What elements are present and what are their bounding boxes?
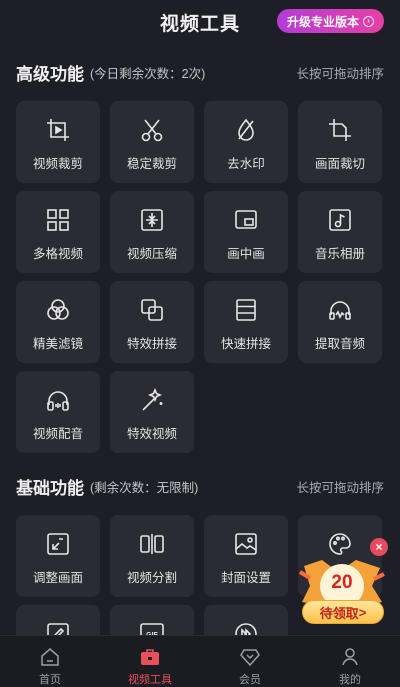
tool-label: 视频配音 (32, 427, 83, 441)
tool-video-split[interactable]: 视频分割 (110, 515, 194, 597)
tool-effect-video[interactable]: 特效视频 (110, 371, 194, 453)
split-icon (140, 534, 164, 554)
tool-multi-grid-video[interactable]: 多格视频 (16, 191, 100, 273)
tool-video-crop[interactable]: 视频裁剪 (16, 101, 100, 183)
stack-icon (236, 299, 256, 321)
tool-label: 封面设置 (220, 571, 271, 585)
tool-stable-crop[interactable]: 稳定裁剪 (110, 101, 194, 183)
resize-icon (47, 533, 69, 555)
crop-icon (329, 119, 351, 141)
nav-label: 视频工具 (128, 674, 172, 686)
home-icon (41, 648, 59, 666)
bottom-nav: 首页 视频工具 会员 我的 (0, 635, 400, 687)
tool-extract-audio[interactable]: 提取音频 (298, 281, 382, 363)
promo-coupon[interactable]: × 20 待领取 > (296, 538, 390, 630)
nav-label: 会员 (239, 674, 261, 686)
tool-cover-setting[interactable]: 封面设置 (204, 515, 288, 597)
tool-video-compress[interactable]: 视频压缩 (110, 191, 194, 273)
tool-label: 特效视频 (126, 427, 177, 441)
tool-music-album[interactable]: 音乐相册 (298, 191, 382, 273)
crop-play-icon (47, 119, 69, 141)
advanced-section-quota: (今日剩余次数：2次) (90, 66, 206, 81)
headphones-wave-icon (329, 301, 351, 320)
magic-wand-icon (142, 387, 163, 411)
nav-label: 我的 (339, 674, 361, 686)
tool-label: 提取音频 (314, 337, 365, 351)
watermark-remove-icon (238, 118, 254, 141)
claim-button[interactable]: 待领取 > (302, 600, 384, 624)
nav-home[interactable]: 首页 (15, 646, 85, 687)
tool-label: 特效拼接 (126, 337, 177, 351)
tool-effect-splice[interactable]: 特效拼接 (110, 281, 194, 363)
toolbox-icon (141, 649, 159, 665)
user-icon (342, 648, 358, 666)
upgrade-pro-button[interactable]: 升级专业版本 › (276, 9, 384, 33)
tool-label: 音乐相册 (314, 247, 365, 261)
nav-label: 首页 (39, 674, 61, 686)
tool-label: 精美滤镜 (32, 337, 83, 351)
page-title: 视频工具 (159, 13, 240, 35)
scissors-icon (141, 119, 163, 142)
tool-label: 多格视频 (32, 247, 83, 261)
app-header: 视频工具 升级专业版本 › (0, 0, 400, 44)
tool-label: 去水印 (227, 157, 265, 171)
tool-video-dubbing[interactable]: 视频配音 (16, 371, 100, 453)
close-icon[interactable]: × (370, 538, 388, 556)
upgrade-pro-label: 升级专业版本 (286, 14, 359, 29)
chevron-right-icon: > (358, 604, 367, 620)
chevron-right-icon: › (363, 15, 374, 27)
grid-icon (47, 209, 69, 231)
tool-label: 视频裁剪 (32, 157, 83, 171)
tool-label: 调整画面 (32, 571, 83, 585)
tool-label: 稳定裁剪 (126, 157, 177, 171)
music-album-icon (329, 209, 351, 231)
tool-label: 画中画 (227, 247, 265, 261)
basic-section-hint: 长按可拖动排序 (296, 480, 384, 495)
tool-label: 画面裁切 (314, 157, 365, 171)
promo-amount: 20 (331, 572, 353, 593)
tool-adjust-frame[interactable]: 调整画面 (16, 515, 100, 597)
filter-circles-icon (47, 299, 69, 320)
tool-label: 视频压缩 (126, 247, 177, 261)
cover-image-icon (235, 533, 257, 555)
nav-profile[interactable]: 我的 (315, 646, 385, 687)
advanced-section-hint: 长按可拖动排序 (296, 66, 384, 81)
overlap-squares-icon (141, 299, 163, 321)
tool-frame-crop[interactable]: 画面裁切 (298, 101, 382, 183)
advanced-section-header: 高级功能 (今日剩余次数：2次) 长按可拖动排序 (16, 60, 384, 84)
tool-picture-in-picture[interactable]: 画中画 (204, 191, 288, 273)
picture-in-picture-icon (235, 210, 257, 229)
tool-remove-watermark[interactable]: 去水印 (204, 101, 288, 183)
headphones-icon (47, 391, 69, 411)
tool-label: 快速拼接 (220, 337, 271, 351)
basic-section-header: 基础功能 (剩余次数：无限制) 长按可拖动排序 (16, 474, 384, 498)
compress-icon (141, 209, 163, 231)
claim-label: 待领取 (319, 605, 359, 621)
tool-label: 视频分割 (126, 571, 177, 585)
basic-section-quota: (剩余次数：无限制) (90, 480, 199, 495)
advanced-section-title: 高级功能 (16, 64, 84, 84)
nav-membership[interactable]: 会员 (215, 646, 285, 687)
tool-quick-splice[interactable]: 快速拼接 (204, 281, 288, 363)
nav-video-tools[interactable]: 视频工具 (115, 646, 185, 687)
diamond-icon (240, 649, 260, 667)
basic-section-title: 基础功能 (16, 478, 84, 498)
tool-filters[interactable]: 精美滤镜 (16, 281, 100, 363)
advanced-tools-grid: 视频裁剪 稳定裁剪 去水印 画面裁切 多格视频 视频压缩 画中画 音乐相册 精美… (16, 101, 384, 453)
